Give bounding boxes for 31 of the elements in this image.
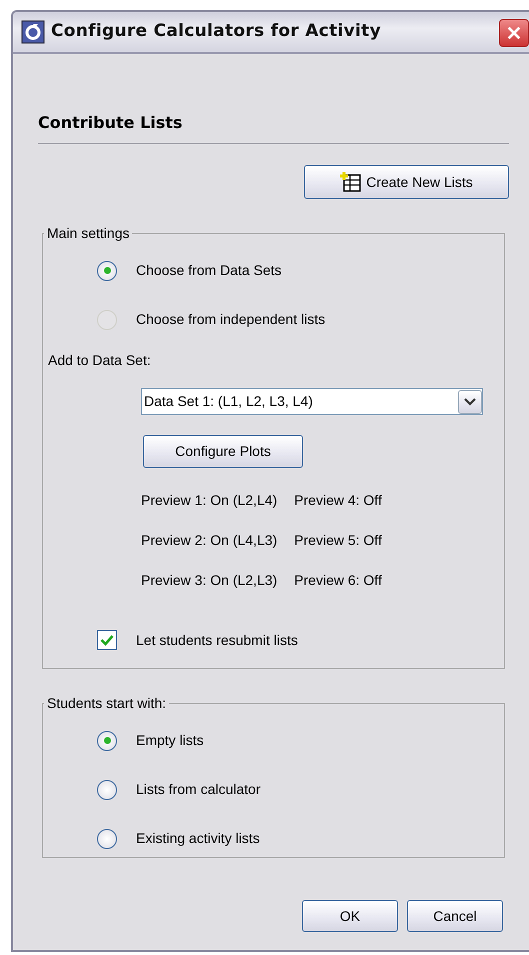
cancel-button[interactable]: Cancel <box>407 900 503 932</box>
close-icon <box>506 24 522 42</box>
radio-button[interactable] <box>97 828 117 848</box>
radio-button[interactable] <box>97 260 117 280</box>
table-add-icon <box>340 171 362 193</box>
preview-status: Preview 4: Off <box>294 490 382 510</box>
option-label: Empty lists <box>136 731 204 750</box>
checkbox-label: Let students resubmit lists <box>136 630 298 650</box>
close-button[interactable] <box>499 19 529 47</box>
create-new-lists-button[interactable]: Create New Lists <box>304 165 509 199</box>
preview-status: Preview 3: On (L2,L3) <box>141 570 278 590</box>
app-icon <box>21 20 45 44</box>
radio-button[interactable] <box>97 780 117 800</box>
check-icon <box>100 634 114 646</box>
dropdown-value: Data Set 1: (L1, L2, L3, L4) <box>144 392 313 411</box>
configure-plots-button[interactable]: Configure Plots <box>143 435 303 468</box>
field-label: Add to Data Set: <box>47 351 152 370</box>
ok-button[interactable]: OK <box>302 900 398 932</box>
preview-status: Preview 6: Off <box>294 570 382 590</box>
preview-status: Preview 5: Off <box>294 530 382 550</box>
option-label: Lists from calculator <box>136 780 260 799</box>
preview-status: Preview 1: On (L2,L4) <box>141 490 278 510</box>
preview-status: Preview 2: On (L4,L3) <box>141 530 278 550</box>
option-label: Choose from independent lists <box>136 310 326 329</box>
checkbox[interactable] <box>97 630 117 650</box>
option-label: Existing activity lists <box>136 829 260 848</box>
radio-button[interactable] <box>97 730 117 750</box>
option-label: Choose from Data Sets <box>136 261 282 280</box>
data-set-dropdown[interactable]: Data Set 1: (L1, L2, L3, L4) <box>141 388 483 415</box>
window-title: Configure Calculators for Activity <box>51 20 381 44</box>
section-heading: Contribute Lists <box>38 111 509 144</box>
